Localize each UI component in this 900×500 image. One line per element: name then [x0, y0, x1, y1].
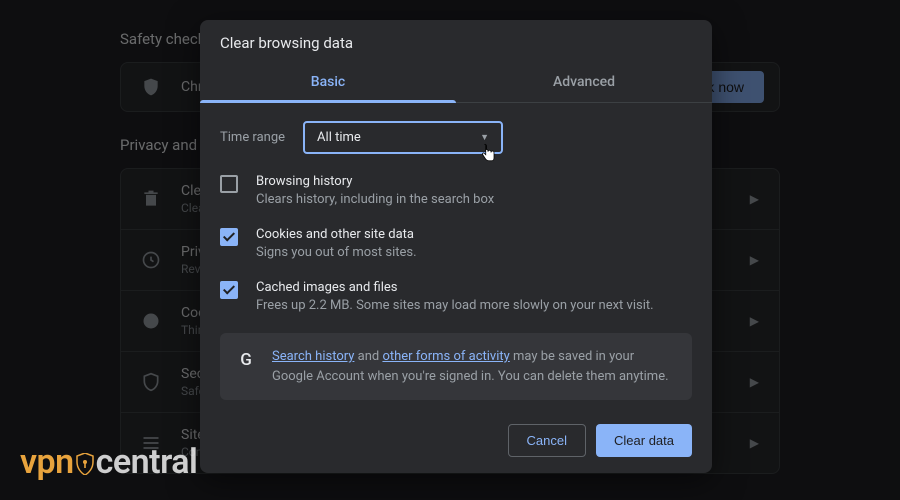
google-icon: G: [236, 351, 256, 371]
option-description: Clears history, including in the search …: [256, 192, 692, 207]
option-cached: Cached images and files Frees up 2.2 MB.…: [220, 280, 692, 313]
tab-advanced[interactable]: Advanced: [456, 62, 712, 102]
option-title: Cached images and files: [256, 280, 692, 295]
time-range-select[interactable]: All time ▼: [303, 121, 503, 154]
dialog-title: Clear browsing data: [200, 20, 712, 62]
option-browsing-history: Browsing history Clears history, includi…: [220, 174, 692, 207]
vpncentral-watermark: vpncentral: [20, 442, 197, 482]
other-activity-link[interactable]: other forms of activity: [382, 349, 509, 364]
cancel-button[interactable]: Cancel: [508, 424, 586, 457]
option-title: Browsing history: [256, 174, 692, 189]
option-description: Frees up 2.2 MB. Some sites may load mor…: [256, 298, 692, 313]
note-text: Search history and other forms of activi…: [272, 347, 676, 386]
time-range-row: Time range All time ▼: [220, 121, 692, 154]
time-range-label: Time range: [220, 130, 285, 145]
search-history-link[interactable]: Search history: [272, 349, 354, 364]
clear-browsing-data-dialog: Clear browsing data Basic Advanced Time …: [200, 20, 712, 473]
checkbox-browsing-history[interactable]: [220, 175, 238, 193]
caret-down-icon: ▼: [480, 132, 489, 143]
time-range-value: All time: [317, 130, 361, 145]
cursor-pointer-icon: [479, 143, 497, 165]
google-account-note: G Search history and other forms of acti…: [220, 333, 692, 400]
option-cookies: Cookies and other site data Signs you ou…: [220, 227, 692, 260]
dialog-tabs: Basic Advanced: [200, 62, 712, 103]
option-title: Cookies and other site data: [256, 227, 692, 242]
dialog-body: Time range All time ▼ Browsing history C…: [200, 103, 712, 410]
shield-logo-icon: [76, 444, 94, 466]
clear-data-button[interactable]: Clear data: [596, 424, 692, 457]
dialog-footer: Cancel Clear data: [200, 410, 712, 473]
tab-basic[interactable]: Basic: [200, 62, 456, 102]
checkbox-cookies[interactable]: [220, 228, 238, 246]
option-description: Signs you out of most sites.: [256, 245, 692, 260]
checkbox-cached[interactable]: [220, 281, 238, 299]
